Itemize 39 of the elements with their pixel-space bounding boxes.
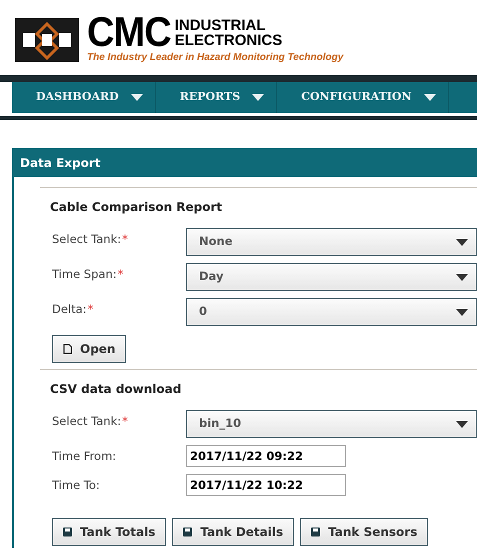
action-button[interactable]: Tank Sensors — [300, 518, 428, 546]
nav-menu[interactable]: CONFIGURATION — [277, 82, 449, 113]
action-button[interactable]: Tank Details — [172, 518, 294, 546]
input-field[interactable]: 2017/11/22 10:22 — [186, 474, 346, 496]
required-mark: * — [122, 232, 128, 246]
logo-wordmark: CMC — [87, 14, 171, 52]
input-field[interactable]: 2017/11/22 09:22 — [186, 445, 346, 467]
required-mark: * — [122, 414, 128, 428]
field-label: Time To: — [52, 478, 100, 492]
action-button[interactable]: Open — [52, 335, 126, 363]
field-label: Time From: — [52, 449, 116, 463]
field-label: Select Tank: — [52, 414, 122, 428]
section-heading: CSV data download — [50, 382, 182, 396]
required-mark: * — [88, 302, 94, 316]
caret-icon — [130, 94, 143, 101]
caret-icon — [456, 238, 468, 246]
logo-icon — [15, 18, 79, 62]
required-mark: * — [118, 267, 124, 281]
caret-icon — [252, 94, 264, 101]
dropdown[interactable]: Day — [186, 263, 477, 291]
tagline: The Industry Leader in Hazard Monitoring Technology — [87, 50, 344, 64]
caret-icon — [456, 308, 468, 316]
caret-icon — [456, 274, 468, 280]
caret-icon — [456, 420, 468, 428]
panel-title: Data Export — [20, 154, 100, 172]
document-icon — [63, 344, 72, 354]
field-label: Delta: — [52, 302, 87, 316]
action-button[interactable]: Tank Totals — [52, 518, 166, 546]
nav-menu[interactable]: REPORTS — [156, 82, 278, 113]
section-heading: Cable Comparison Report — [50, 200, 222, 214]
caret-icon — [424, 94, 436, 101]
logo-text: ELECTRONICS — [174, 32, 282, 48]
nav-menu[interactable]: DASHBOARD — [12, 82, 156, 113]
dropdown[interactable]: None — [186, 228, 477, 256]
logo-text: INDUSTRIAL — [174, 18, 267, 32]
field-label: Time Span: — [52, 267, 117, 281]
dropdown[interactable]: bin_10 — [186, 410, 477, 438]
field-label: Select Tank: — [52, 232, 122, 246]
dropdown[interactable]: 0 — [186, 298, 477, 326]
